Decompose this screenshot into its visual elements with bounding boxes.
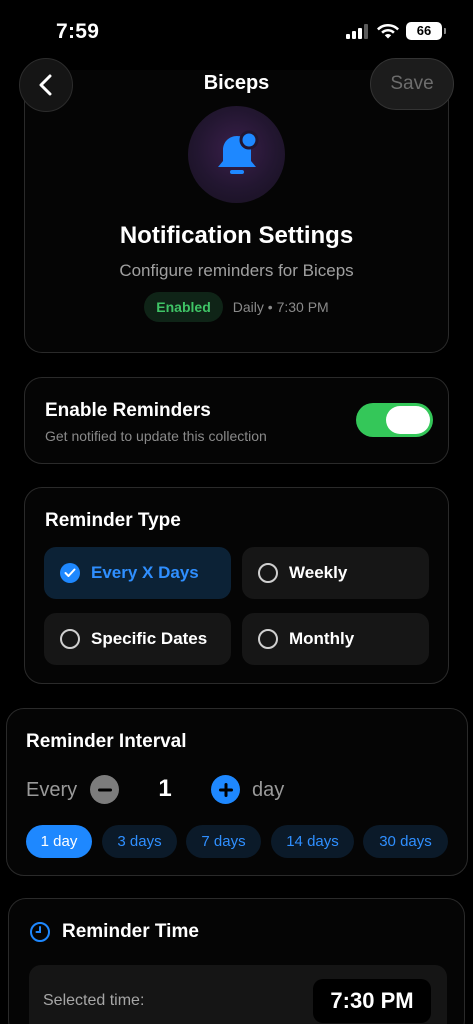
notification-settings-subtitle: Configure reminders for Biceps — [119, 261, 354, 280]
reminder-interval-title: Reminder Interval — [26, 731, 187, 752]
enable-reminders-subtitle: Get notified to update this collection — [45, 428, 267, 444]
interval-count: 1 — [158, 775, 172, 802]
preset-30-days[interactable]: 30 days — [363, 825, 448, 858]
reminder-type-title: Reminder Type — [45, 510, 181, 531]
minus-icon — [97, 788, 112, 791]
selected-time-row: Selected time: 7:30 PM — [29, 965, 447, 1024]
schedule-summary: Daily • 7:30 PM — [232, 299, 329, 315]
reminder-type-card: Reminder Type Every X Days Weekly Specif… — [24, 487, 449, 684]
time-picker-button[interactable]: 7:30 PM — [313, 979, 431, 1023]
checkmark-icon — [60, 563, 80, 583]
reminder-status-row: Enabled Daily • 7:30 PM — [0, 292, 473, 322]
decrement-button[interactable] — [90, 775, 119, 804]
preset-3-days[interactable]: 3 days — [102, 825, 177, 858]
bell-badge — [188, 106, 285, 203]
preset-7-days[interactable]: 7 days — [186, 825, 261, 858]
option-weekly[interactable]: Weekly — [242, 547, 429, 599]
preset-1-day[interactable]: 1 day — [26, 825, 92, 858]
interval-unit: day — [252, 779, 285, 801]
reminder-time-title: Reminder Time — [62, 921, 199, 942]
option-label: Weekly — [289, 563, 348, 582]
status-time: 7:59 — [56, 20, 100, 43]
clock-icon — [30, 922, 50, 942]
wifi-icon — [377, 24, 399, 39]
cellular-signal-icon — [346, 24, 370, 39]
option-label: Every X Days — [91, 563, 199, 582]
notification-settings-title: Notification Settings — [119, 222, 354, 249]
increment-button[interactable] — [211, 775, 240, 804]
reminder-interval-card: Reminder Interval Every 1 day 1 day 3 da… — [6, 708, 468, 876]
option-label: Monthly — [289, 629, 355, 648]
status-bar: 7:59 66 — [0, 0, 473, 60]
every-label: Every — [26, 779, 78, 801]
enable-reminders-card: Enable Reminders Get notified to update … — [24, 377, 449, 464]
option-every-x-days[interactable]: Every X Days — [44, 547, 231, 599]
bell-icon — [217, 130, 258, 174]
option-label: Specific Dates — [91, 629, 208, 648]
radio-icon — [60, 629, 80, 649]
selected-time-label: Selected time: — [43, 992, 145, 1009]
radio-icon — [258, 629, 278, 649]
radio-icon — [258, 563, 278, 583]
plus-icon — [218, 782, 233, 797]
enable-reminders-toggle[interactable] — [356, 403, 433, 437]
enabled-badge: Enabled — [144, 292, 223, 322]
toggle-knob — [386, 406, 430, 434]
save-button[interactable]: Save — [370, 58, 454, 110]
option-specific-dates[interactable]: Specific Dates — [44, 613, 231, 665]
reminder-time-card: Reminder Time Selected time: 7:30 PM — [8, 898, 465, 1024]
option-monthly[interactable]: Monthly — [242, 613, 429, 665]
enable-reminders-title: Enable Reminders — [45, 400, 211, 421]
preset-14-days[interactable]: 14 days — [271, 825, 354, 858]
battery-icon: 66 — [406, 22, 446, 40]
